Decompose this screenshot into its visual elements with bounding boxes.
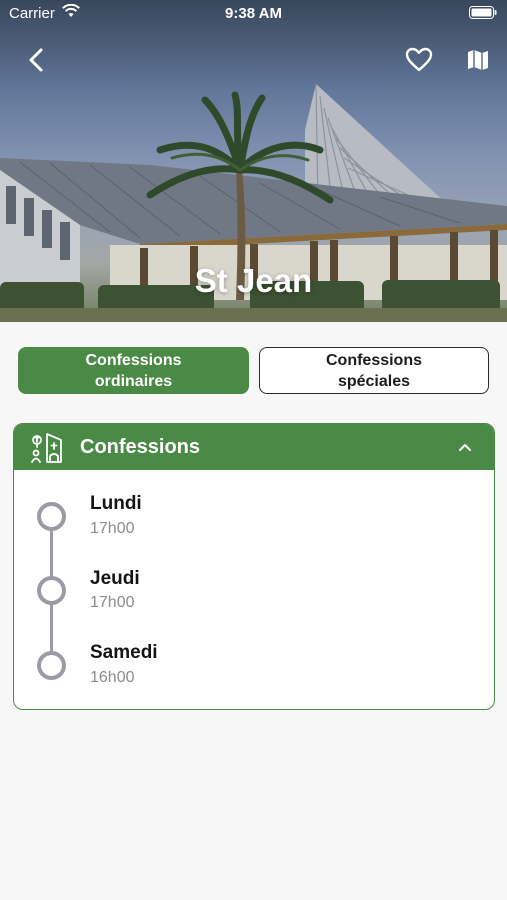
tab-label-line-1: Confessions [85,351,182,369]
schedule-time: 17h00 [90,520,135,537]
confessions-card: Confessions Lundi 17h00 Jeudi 17h00 Same… [13,423,495,710]
chevron-left-icon [29,48,43,72]
map-button[interactable] [462,44,494,76]
tab-confessions-ordinaires[interactable]: Confessions ordinaires [18,347,249,394]
heart-outline-icon [405,47,433,72]
schedule-time: 17h00 [90,594,135,611]
favorite-button[interactable] [403,44,435,76]
tab-label-line-1: Confessions [325,351,422,369]
schedule-day: Samedi [90,642,158,663]
chevron-up-icon[interactable] [458,439,472,457]
timeline-dot [37,502,66,531]
battery-icon [469,6,497,23]
timeline-dot [37,576,66,605]
confessions-card-header[interactable]: Confessions [14,424,494,470]
status-bar: Carrier 9:38 AM [0,0,507,28]
church-confession-icon [30,432,64,469]
schedule-time: 16h00 [90,669,135,686]
status-time: 9:38 AM [225,5,282,22]
back-button[interactable] [20,44,52,76]
tab-label-line-2: ordinaires [94,372,173,390]
card-title: Confessions [80,436,201,458]
schedule-day: Jeudi [90,568,140,589]
map-icon [468,50,488,70]
schedule-day: Lundi [90,493,142,514]
hero-image: Carrier 9:38 AM St Jean [0,0,507,322]
page-title: St Jean [194,262,313,299]
tab-confessions-speciales[interactable]: Confessions spéciales [259,347,489,394]
timeline-dot [37,651,66,680]
tab-label-line-2: spéciales [337,372,411,390]
